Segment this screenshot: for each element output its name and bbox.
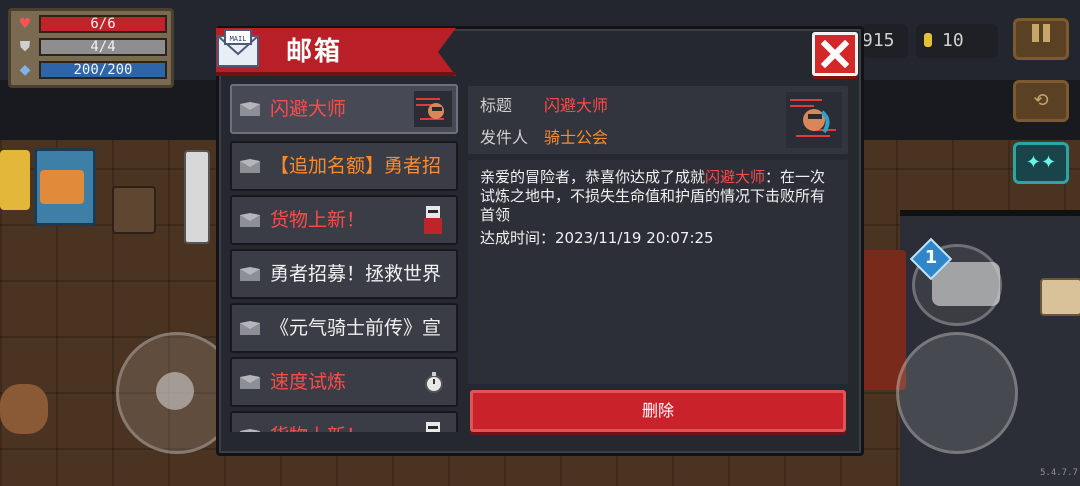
mail-item-label: 货物上新！ [270, 413, 365, 432]
envelope-icon [240, 429, 260, 432]
hp-row: ♥ 6/6 [15, 15, 167, 33]
mail-item-label: 货物上新！ [270, 209, 366, 231]
hp-bar: 6/6 [39, 15, 167, 33]
mail-envelope-icon: MAIL [217, 29, 259, 67]
mail-item[interactable]: 货物上新！ [230, 195, 458, 245]
mail-item[interactable]: 闪避大师 [230, 84, 458, 134]
envelope-icon [240, 321, 260, 335]
gem-counter: 915 [862, 24, 908, 58]
heart-icon: ♥ [18, 16, 32, 32]
mail-title-value: 闪避大师 [544, 96, 609, 115]
attack-button[interactable] [896, 332, 1018, 454]
mail-icon-label: MAIL [230, 35, 247, 43]
skill-panel-button[interactable]: ✦✦ [1013, 142, 1069, 184]
coin-counter: 10 [916, 24, 998, 58]
shield-row: ⛊ 4/4 [15, 38, 167, 56]
mail-item[interactable]: 【追加名额】勇者招 [230, 141, 458, 191]
envelope-icon [240, 102, 260, 116]
mana-bar: 200/200 [39, 61, 167, 79]
dodge-master-thumbnail [414, 91, 452, 127]
envelope-icon [240, 267, 260, 281]
mail-item[interactable]: 速度试炼 [230, 357, 458, 407]
swap-icon: ⟲ [1033, 90, 1049, 111]
shield-bar: 4/4 [39, 38, 167, 56]
notice-board [1040, 278, 1080, 316]
achievement-icon [786, 92, 842, 148]
mail-item[interactable]: 《元气骑士前传》宣 [230, 303, 458, 353]
delete-button[interactable]: 删除 [470, 390, 846, 432]
mail-list[interactable]: 闪避大师 【追加名额】勇者招 货物上新！ 勇者招募！拯救世界 《元气骑士前传》宣… [230, 84, 458, 432]
mail-item-label: 闪避大师 [270, 98, 347, 120]
arcade-screen [40, 170, 84, 204]
gem-count: 915 [862, 30, 895, 51]
mail-item[interactable]: 勇者招募！拯救世界 [230, 249, 458, 299]
shield-icon: ⛊ [19, 39, 31, 55]
mailbox-title: 邮箱 [286, 37, 343, 67]
envelope-icon [240, 159, 260, 173]
swap-weapon-button[interactable]: ⟲ [1013, 80, 1069, 122]
close-icon [821, 40, 849, 68]
mana-row: ◆ 200/200 [15, 61, 167, 79]
version-label: 5.4.7.7 [1040, 468, 1078, 478]
lamp-post [184, 150, 210, 244]
mana-crystal-icon: ◆ [19, 62, 31, 78]
achievement-time: 达成时间：2023/11/19 20:07:25 [480, 229, 714, 247]
mail-item-label: 速度试炼 [270, 371, 347, 393]
merchant-thumbnail [426, 422, 440, 432]
mailbox-title-tab: MAIL 邮箱 [216, 28, 456, 76]
mail-item-label: 《元气骑士前传》宣 [270, 317, 442, 339]
mail-sender-value: 骑士公会 [544, 128, 609, 147]
mail-detail-body: 亲爱的冒险者，恭喜你达成了成就闪避大师：在一次试炼之地中，不损失生命值和护盾的情… [468, 160, 848, 384]
red-throne [862, 250, 906, 390]
move-joystick-knob[interactable] [156, 372, 194, 410]
mail-body-text: 亲爱的冒险者，恭喜你达成了成就闪避大师：在一次试炼之地中，不损失生命值和护盾的情… [480, 168, 830, 225]
close-button[interactable] [812, 32, 858, 76]
mail-body-achievement: 闪避大师 [705, 168, 766, 186]
golden-statue [0, 150, 30, 210]
sender-field-label: 发件人 [480, 128, 529, 147]
skill-icon: ✦✦ [1025, 152, 1057, 173]
stopwatch-thumbnail [425, 372, 443, 393]
weapon-slot-number: 1 [924, 247, 938, 268]
player-stats-panel: ♥ 6/6 ⛊ 4/4 ◆ 200/200 [8, 8, 174, 88]
mail-item-label: 勇者招募！拯救世界 [270, 263, 442, 285]
pause-button[interactable] [1013, 18, 1069, 60]
pet-character [0, 384, 48, 434]
mail-body-intro: 亲爱的冒险者，恭喜你达成了成就 [480, 168, 706, 186]
title-field-label: 标题 [480, 96, 513, 115]
pause-icon [1032, 24, 1050, 42]
envelope-icon [240, 375, 260, 389]
mail-detail-header: 标题 闪避大师 发件人 骑士公会 [468, 86, 848, 154]
coin-icon [924, 33, 932, 47]
mail-item-label: 【追加名额】勇者招 [270, 155, 442, 177]
wooden-stool [112, 186, 156, 234]
coin-count: 10 [942, 30, 964, 51]
merchant-thumbnail [424, 206, 442, 234]
envelope-icon [240, 213, 260, 227]
mail-item[interactable]: 货物上新！ [230, 411, 458, 432]
